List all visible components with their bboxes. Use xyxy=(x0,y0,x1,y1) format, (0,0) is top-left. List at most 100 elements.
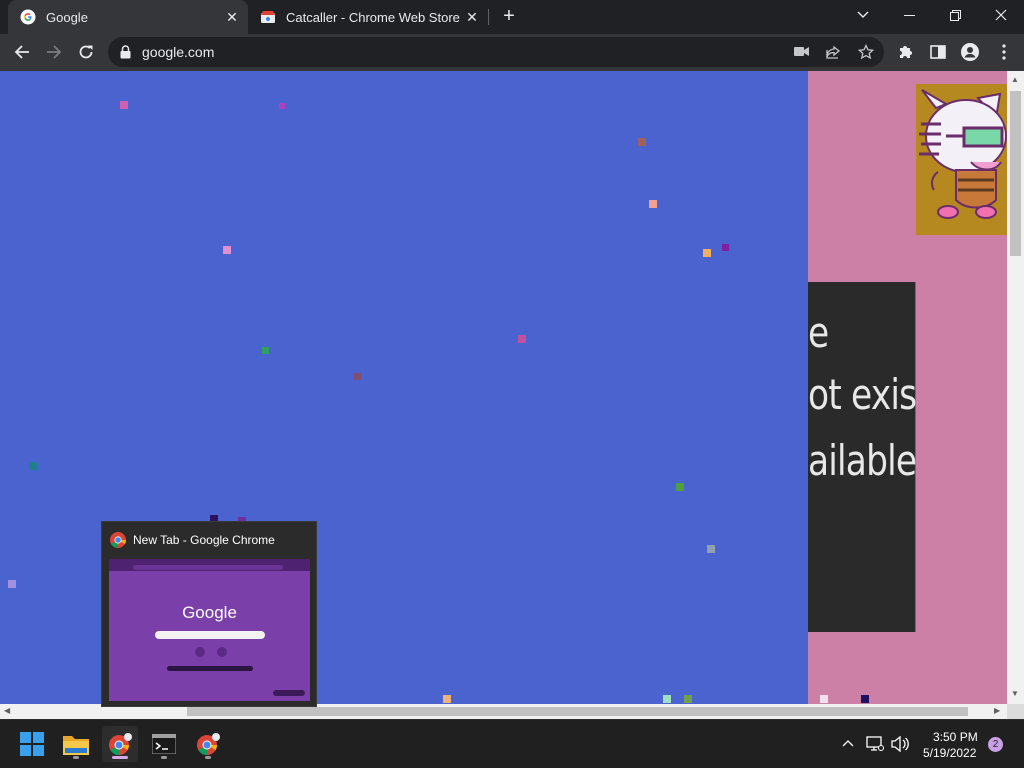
back-button[interactable] xyxy=(8,38,36,66)
app-indicator xyxy=(205,756,211,759)
tab-separator xyxy=(488,9,489,25)
scrollbar-corner xyxy=(1007,704,1024,719)
clock-date[interactable]: 5/19/2022 xyxy=(923,746,976,760)
confetti-square xyxy=(722,244,729,251)
chrome-taskbar-button-2[interactable] xyxy=(190,726,226,762)
start-button[interactable] xyxy=(14,726,50,762)
vertical-scrollbar[interactable]: ▲ ▼ xyxy=(1007,71,1024,704)
confetti-square xyxy=(443,695,451,703)
confetti-square xyxy=(354,373,361,380)
app-indicator xyxy=(161,756,167,759)
scroll-down-arrow-icon[interactable]: ▼ xyxy=(1011,689,1019,698)
web-store-icon xyxy=(261,11,275,23)
chrome-profile-icon xyxy=(109,733,132,756)
chrome-profile-icon xyxy=(197,733,220,756)
app-indicator-active xyxy=(112,756,128,759)
share-icon[interactable] xyxy=(825,44,841,60)
error-line-3: ailable. xyxy=(808,436,916,485)
restore-icon xyxy=(949,9,961,21)
windows-taskbar: 3:50 PM 5/19/2022 2 xyxy=(0,719,1024,768)
lock-icon[interactable] xyxy=(120,45,131,59)
confetti-square xyxy=(703,249,711,257)
error-line-1: e xyxy=(808,308,829,357)
new-tab-button[interactable]: + xyxy=(498,6,520,28)
scroll-up-arrow-icon[interactable]: ▲ xyxy=(1011,75,1019,84)
confetti-square xyxy=(8,580,16,588)
preview-title: New Tab - Google Chrome xyxy=(133,533,275,547)
reload-button[interactable] xyxy=(72,38,100,66)
chrome-icon xyxy=(110,532,126,548)
chrome-taskbar-button[interactable] xyxy=(102,726,138,762)
confetti-square xyxy=(663,695,671,703)
extensions-button[interactable] xyxy=(892,38,920,66)
close-icon xyxy=(995,9,1007,21)
back-arrow-icon xyxy=(14,45,29,59)
confetti-square xyxy=(676,483,684,491)
folder-icon xyxy=(63,736,89,755)
url-text[interactable]: google.com xyxy=(142,44,214,60)
terminal-icon xyxy=(152,734,176,754)
confetti-square xyxy=(861,695,869,703)
confetti-square xyxy=(649,200,657,208)
minimize-button[interactable] xyxy=(886,0,932,30)
file-explorer-button[interactable] xyxy=(58,726,94,762)
thumb-google-logo: Google xyxy=(182,603,237,622)
profile-icon xyxy=(961,43,979,61)
preview-thumbnail[interactable]: Google xyxy=(109,559,310,701)
confetti-square xyxy=(279,103,285,109)
vertical-scroll-thumb[interactable] xyxy=(1010,91,1021,256)
thumb-address-bar xyxy=(133,565,283,570)
bookmark-star-icon[interactable] xyxy=(858,44,874,60)
reload-icon xyxy=(79,45,93,59)
profile-button[interactable] xyxy=(956,38,984,66)
thumb-notice xyxy=(167,666,253,671)
thumb-customize xyxy=(273,690,305,696)
cat-image xyxy=(916,84,1007,235)
address-bar[interactable]: google.com xyxy=(108,37,884,67)
error-message-panel: e ot exist ailable. xyxy=(808,282,916,632)
kebab-menu-icon xyxy=(1002,44,1006,60)
browser-toolbar: google.com xyxy=(0,34,1024,71)
taskbar-window-preview[interactable]: New Tab - Google Chrome Google xyxy=(101,521,317,707)
notification-badge[interactable]: 2 xyxy=(988,737,1003,752)
cartoon-cat-illustration xyxy=(916,84,1007,235)
close-tab-icon[interactable]: ✕ xyxy=(224,9,240,25)
minimize-icon xyxy=(903,14,915,16)
chevron-up-icon[interactable] xyxy=(842,739,854,747)
close-tab-icon[interactable]: ✕ xyxy=(464,9,480,25)
horizontal-scroll-thumb[interactable] xyxy=(187,707,968,716)
side-panel-button[interactable] xyxy=(924,38,952,66)
confetti-square xyxy=(120,101,128,109)
tab-catcaller[interactable]: Catcaller - Chrome Web Store ✕ xyxy=(248,0,488,34)
thumb-shortcut xyxy=(195,647,205,657)
google-g-icon xyxy=(20,9,36,25)
scroll-right-arrow-icon[interactable]: ▶ xyxy=(994,706,1000,715)
thumb-search-box xyxy=(155,631,265,639)
confetti-square xyxy=(29,462,37,470)
tab-strip: Google ✕ Catcaller - Chrome Web Store ✕ … xyxy=(0,0,1024,34)
restore-button[interactable] xyxy=(932,0,978,30)
menu-button[interactable] xyxy=(990,38,1018,66)
windows-logo-icon xyxy=(20,732,44,756)
tab-search-button[interactable] xyxy=(840,0,886,30)
confetti-square xyxy=(820,695,828,703)
close-window-button[interactable] xyxy=(978,0,1024,30)
confetti-square xyxy=(684,695,692,703)
tab-title: Google xyxy=(46,9,88,25)
side-panel-icon xyxy=(930,45,946,59)
clock-time[interactable]: 3:50 PM xyxy=(933,730,978,744)
tab-google[interactable]: Google ✕ xyxy=(8,0,248,34)
camera-icon[interactable] xyxy=(794,46,809,57)
thumb-shortcut xyxy=(217,647,227,657)
scroll-left-arrow-icon[interactable]: ◀ xyxy=(4,706,10,715)
confetti-square xyxy=(518,335,526,343)
confetti-square xyxy=(707,545,715,553)
error-line-2: ot exist xyxy=(808,370,916,419)
terminal-button[interactable] xyxy=(146,726,182,762)
app-indicator xyxy=(73,756,79,759)
volume-icon[interactable] xyxy=(891,736,909,752)
forward-button[interactable] xyxy=(40,38,68,66)
forward-arrow-icon xyxy=(47,45,62,59)
network-icon[interactable] xyxy=(866,736,884,752)
confetti-square xyxy=(638,138,646,146)
